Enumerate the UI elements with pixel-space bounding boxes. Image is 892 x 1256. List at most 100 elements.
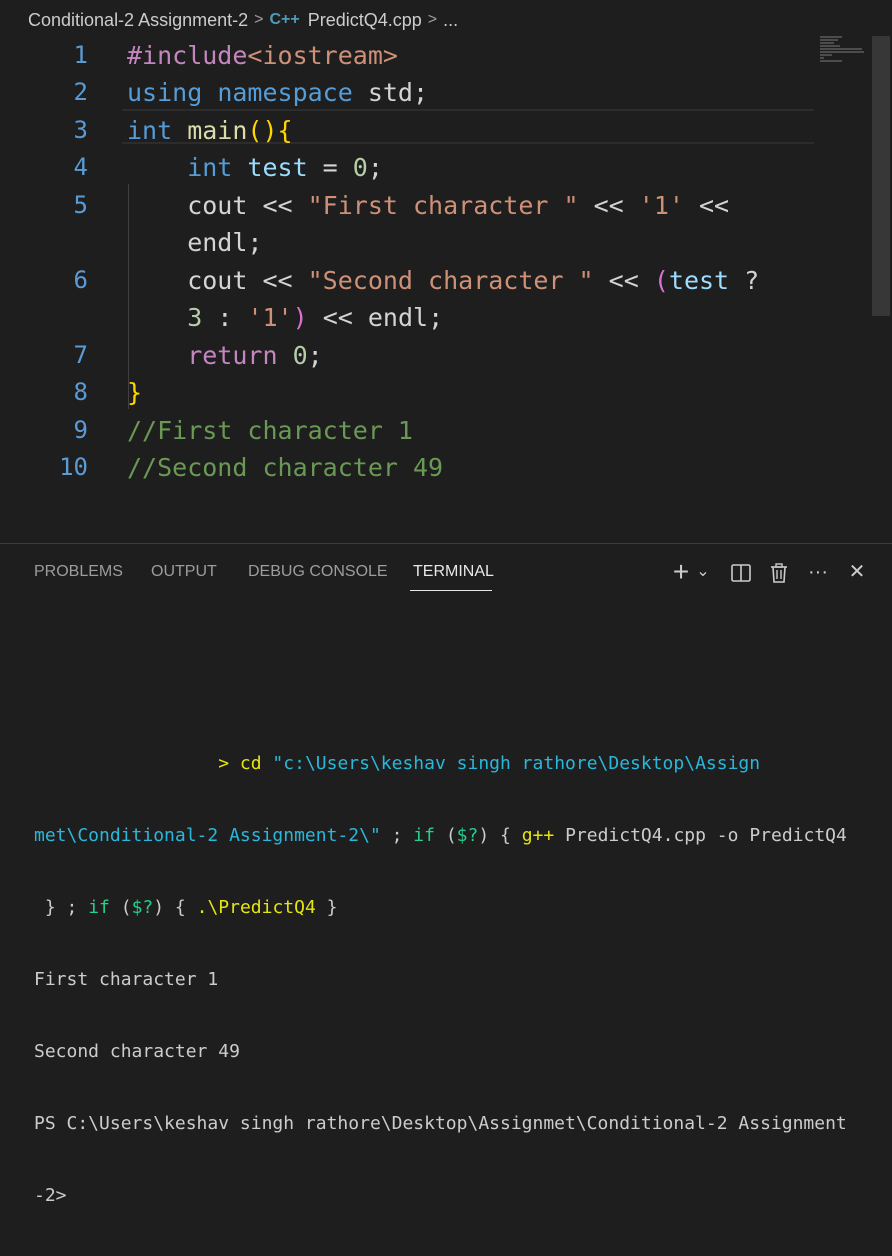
- terminal-text: (: [434, 825, 457, 846]
- terminal-arg: "c:\Users\keshav singh rathore\Desktop\A…: [261, 753, 761, 774]
- code-token: ): [292, 303, 308, 332]
- terminal-text: ) {: [478, 825, 522, 846]
- code-token: <<: [683, 191, 730, 220]
- code-token: 0: [352, 153, 368, 182]
- breadcrumb-file[interactable]: PredictQ4.cpp: [308, 10, 422, 31]
- terminal-line: } ; if ($?) { .\PredictQ4 }: [34, 896, 874, 920]
- code-token: 0: [292, 341, 308, 370]
- code-token: "First character ": [307, 191, 579, 220]
- line-number: 1: [73, 41, 88, 69]
- code-token: //First character 1: [127, 416, 413, 445]
- code-line: }: [127, 374, 142, 411]
- close-panel-icon[interactable]: ✕: [844, 558, 870, 586]
- terminal-keyword: if: [413, 825, 435, 846]
- tab-problems[interactable]: PROBLEMS: [34, 563, 123, 581]
- chevron-right-icon: >: [254, 11, 264, 28]
- tab-output[interactable]: OUTPUT: [151, 563, 217, 581]
- tab-terminal[interactable]: TERMINAL: [413, 563, 494, 581]
- terminal-keyword: if: [88, 897, 110, 918]
- terminal-text: (: [109, 897, 132, 918]
- code-editor[interactable]: 1 2 3 4 5 6 7 8 9 10 #include<iostream> …: [0, 36, 872, 542]
- code-line: cout << "Second character " << (test ?: [127, 262, 759, 299]
- terminal-output[interactable]: > cd "c:\Users\keshav singh rathore\Desk…: [34, 704, 874, 1256]
- code-token: "Second character ": [307, 266, 594, 295]
- code-token: (: [653, 266, 669, 295]
- cpp-file-icon: C++: [269, 11, 300, 28]
- code-token: main: [172, 116, 248, 145]
- code-token: ;: [367, 153, 383, 182]
- terminal-command: cd: [239, 753, 262, 774]
- terminal-variable: $?: [456, 825, 479, 846]
- code-line: int test = 0;: [127, 149, 383, 186]
- code-line: //First character 1: [127, 412, 413, 449]
- terminal-command: .\PredictQ4: [196, 897, 316, 918]
- line-number: 5: [73, 191, 88, 219]
- line-number: 3: [73, 116, 88, 144]
- code-line: //Second character 49: [127, 449, 443, 486]
- active-tab-indicator: [410, 590, 492, 591]
- terminal-text: PredictQ4.cpp: [554, 825, 717, 846]
- code-token: ;: [307, 341, 323, 370]
- terminal-text: PredictQ4: [738, 825, 847, 846]
- bottom-panel: PROBLEMS OUTPUT DEBUG CONSOLE TERMINAL +…: [0, 543, 892, 1206]
- code-token: cout <<: [127, 266, 308, 295]
- terminal-prompt-line: -2>: [34, 1185, 67, 1206]
- line-number: 9: [73, 416, 88, 444]
- code-token: #include: [127, 41, 248, 70]
- code-token: ?: [729, 266, 760, 295]
- panel-tabs: PROBLEMS OUTPUT DEBUG CONSOLE TERMINAL +…: [0, 544, 892, 600]
- new-terminal-icon[interactable]: +: [668, 558, 694, 586]
- terminal-prompt-line: PS C:\Users\keshav singh rathore\Desktop…: [34, 1113, 847, 1134]
- terminal-arg: met\Conditional-2 Assignment-2\": [34, 825, 381, 846]
- code-token: //Second character 49: [127, 453, 444, 482]
- code-line: cout << "First character " << '1' <<: [127, 187, 729, 224]
- breadcrumb-folder[interactable]: Conditional-2 Assignment-2: [28, 10, 248, 31]
- minimap[interactable]: [820, 36, 870, 66]
- code-token: '1': [247, 303, 293, 332]
- terminal-command: g++: [521, 825, 555, 846]
- code-token: int: [127, 116, 173, 145]
- terminal-text: } ;: [34, 897, 89, 918]
- code-token: <<: [593, 266, 654, 295]
- editor-scrollbar[interactable]: [872, 36, 890, 316]
- code-line-wrap: endl;: [127, 224, 262, 261]
- line-number: 6: [73, 266, 88, 294]
- split-terminal-icon[interactable]: [728, 558, 754, 586]
- code-token: 3: [187, 303, 203, 332]
- terminal-line: First character 1: [34, 969, 219, 990]
- code-line-wrap: 3 : '1') << endl;: [127, 299, 443, 336]
- breadcrumb-symbols[interactable]: ...: [443, 10, 458, 31]
- terminal-prompt: >: [34, 753, 240, 774]
- trash-icon[interactable]: [766, 558, 792, 586]
- code-token: '1': [638, 191, 684, 220]
- terminal-line: Second character 49: [34, 1041, 240, 1062]
- chevron-right-icon: >: [427, 11, 438, 28]
- line-number: 4: [73, 153, 88, 181]
- code-token: std;: [352, 78, 429, 107]
- code-token: <<: [578, 191, 639, 220]
- code-token: }: [127, 378, 143, 407]
- code-token: test: [668, 266, 730, 295]
- code-line: return 0;: [127, 337, 323, 374]
- chevron-down-icon[interactable]: ⌄: [694, 558, 712, 586]
- terminal-text: ) {: [153, 897, 197, 918]
- code-token: using: [127, 78, 203, 107]
- line-number: 7: [73, 341, 88, 369]
- code-token: =: [307, 153, 353, 182]
- terminal-line: > cd "c:\Users\keshav singh rathore\Desk…: [34, 752, 874, 776]
- line-number: 10: [59, 453, 88, 481]
- tab-debug-console[interactable]: DEBUG CONSOLE: [248, 563, 388, 581]
- terminal-flag: -o: [716, 825, 739, 846]
- code-token: (){: [247, 116, 293, 145]
- terminal-text: }: [315, 897, 338, 918]
- terminal-text: ;: [380, 825, 414, 846]
- code-line: using namespace std;: [127, 74, 428, 111]
- terminal-line: met\Conditional-2 Assignment-2\" ; if ($…: [34, 824, 874, 848]
- more-actions-icon[interactable]: ···: [805, 558, 831, 586]
- code-token: test: [232, 153, 308, 182]
- code-token: <iostream>: [247, 41, 398, 70]
- line-number: 2: [73, 78, 88, 106]
- code-token: cout <<: [127, 191, 308, 220]
